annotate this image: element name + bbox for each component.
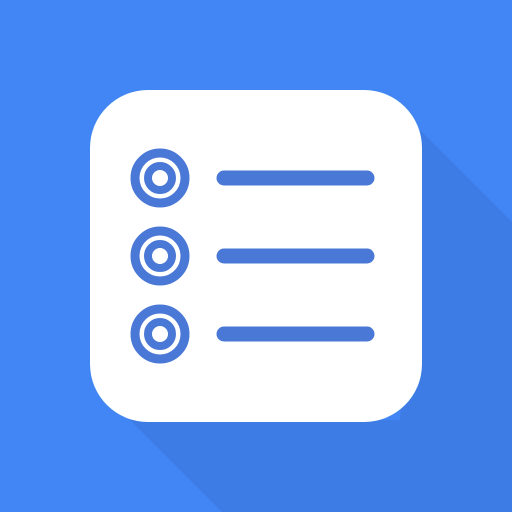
list-rows (130, 148, 375, 364)
checklist-app-icon (0, 0, 512, 512)
app-icon (0, 0, 512, 512)
